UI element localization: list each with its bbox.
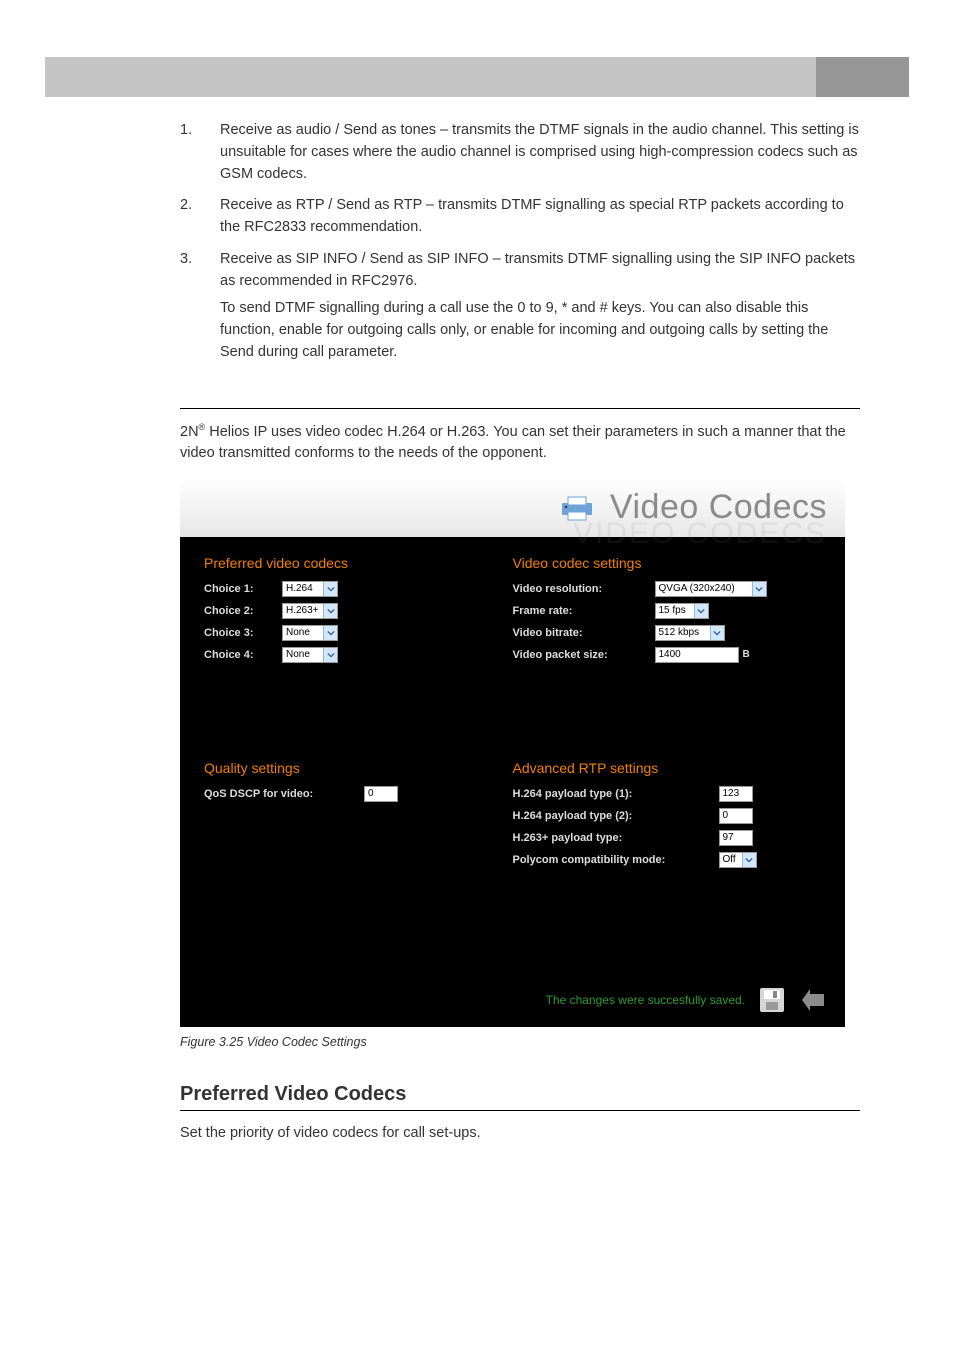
section-heading: Video codec settings [513, 555, 822, 571]
h264-payload-1-label: H.264 payload type (1): [513, 788, 719, 800]
h264-payload-2-input[interactable]: 0 [719, 808, 753, 824]
panel-footer: The changes were succesfully saved. [180, 977, 845, 1027]
chevron-down-icon [694, 604, 708, 618]
input-value: 0 [368, 788, 374, 799]
choice-label: Choice 4: [204, 649, 282, 661]
printer-icon [560, 494, 594, 522]
numbered-list: 1. Receive as audio / Send as tones – tr… [180, 120, 860, 364]
quality-settings-section: Quality settings QoS DSCP for video: 0 [204, 760, 513, 943]
packet-size-unit: B [743, 649, 750, 660]
polycom-mode-label: Polycom compatibility mode: [513, 854, 719, 866]
figure-caption: Figure 3.25 Video Codec Settings [180, 1035, 860, 1049]
video-codecs-panel: Video Codecs VIDEO CODECS Preferred vide… [180, 479, 845, 1027]
select-value: None [286, 627, 310, 638]
list-number: 2. [180, 195, 220, 239]
list-number: 3. [180, 249, 220, 293]
back-arrow-icon[interactable] [799, 985, 829, 1015]
choice-4-select[interactable]: None [282, 647, 338, 663]
h263-payload-input[interactable]: 97 [719, 830, 753, 846]
chevron-down-icon [323, 582, 337, 596]
packet-size-input[interactable]: 1400 [655, 647, 739, 663]
select-value: None [286, 649, 310, 660]
h264-payload-1-input[interactable]: 123 [719, 786, 753, 802]
choice-3-select[interactable]: None [282, 625, 338, 641]
save-icon[interactable] [757, 985, 787, 1015]
chevron-down-icon [710, 626, 724, 640]
input-value: 1400 [659, 649, 681, 660]
polycom-mode-select[interactable]: Off [719, 852, 757, 868]
subsection-paragraph: Set the priority of video codecs for cal… [180, 1125, 860, 1141]
list-subtext: To send DTMF signalling during a call us… [220, 298, 860, 363]
list-text: Receive as SIP INFO / Send as SIP INFO –… [220, 249, 860, 293]
choice-label: Choice 3: [204, 627, 282, 639]
select-value: 15 fps [659, 605, 686, 616]
chevron-down-icon [742, 853, 756, 867]
bitrate-label: Video bitrate: [513, 627, 655, 639]
resolution-select[interactable]: QVGA (320x240) [655, 581, 767, 597]
chevron-down-icon [323, 604, 337, 618]
section-heading: Quality settings [204, 760, 513, 776]
chevron-down-icon [752, 582, 766, 596]
intro-text: Helios IP uses video codec H.264 or H.26… [180, 423, 846, 461]
h264-payload-2-label: H.264 payload type (2): [513, 810, 719, 822]
framerate-select[interactable]: 15 fps [655, 603, 709, 619]
choice-1-select[interactable]: H.264 [282, 581, 338, 597]
select-value: H.264 [286, 583, 313, 594]
select-value: H.263+ [286, 605, 319, 616]
intro-paragraph: 2N® Helios IP uses video codec H.264 or … [180, 421, 860, 465]
chevron-down-icon [323, 626, 337, 640]
qos-dscp-input[interactable]: 0 [364, 786, 398, 802]
section-heading: Advanced RTP settings [513, 760, 822, 776]
section-divider [180, 408, 860, 409]
subsection-heading: Preferred Video Codecs [180, 1083, 860, 1106]
list-text: Receive as RTP / Send as RTP – transmits… [220, 195, 860, 239]
panel-header: Video Codecs VIDEO CODECS [180, 479, 845, 537]
select-value: QVGA (320x240) [659, 583, 735, 594]
bitrate-select[interactable]: 512 kbps [655, 625, 725, 641]
input-value: 0 [723, 810, 729, 821]
resolution-label: Video resolution: [513, 583, 655, 595]
preferred-codecs-section: Preferred video codecs Choice 1: H.264 C… [204, 555, 513, 738]
select-value: 512 kbps [659, 627, 700, 638]
input-value: 97 [723, 832, 734, 843]
list-text: Receive as audio / Send as tones – trans… [220, 120, 860, 185]
framerate-label: Frame rate: [513, 605, 655, 617]
choice-2-select[interactable]: H.263+ [282, 603, 338, 619]
h263-payload-label: H.263+ payload type: [513, 832, 719, 844]
input-value: 123 [723, 788, 740, 799]
choice-label: Choice 2: [204, 605, 282, 617]
panel-title-text: Video Codecs [610, 488, 827, 526]
header-bar [45, 57, 909, 97]
qos-dscp-label: QoS DSCP for video: [204, 788, 364, 800]
header-bar-accent [816, 57, 909, 97]
chevron-down-icon [323, 648, 337, 662]
list-number: 1. [180, 120, 220, 185]
choice-label: Choice 1: [204, 583, 282, 595]
advanced-rtp-section: Advanced RTP settings H.264 payload type… [513, 760, 822, 943]
select-value: Off [723, 854, 736, 865]
subsection-heading-bar: Preferred Video Codecs [180, 1083, 860, 1111]
brand-text: 2N [180, 423, 199, 439]
save-status-text: The changes were succesfully saved. [546, 993, 745, 1007]
video-codec-settings-section: Video codec settings Video resolution: Q… [513, 555, 822, 738]
section-heading: Preferred video codecs [204, 555, 513, 571]
packet-size-label: Video packet size: [513, 649, 655, 661]
